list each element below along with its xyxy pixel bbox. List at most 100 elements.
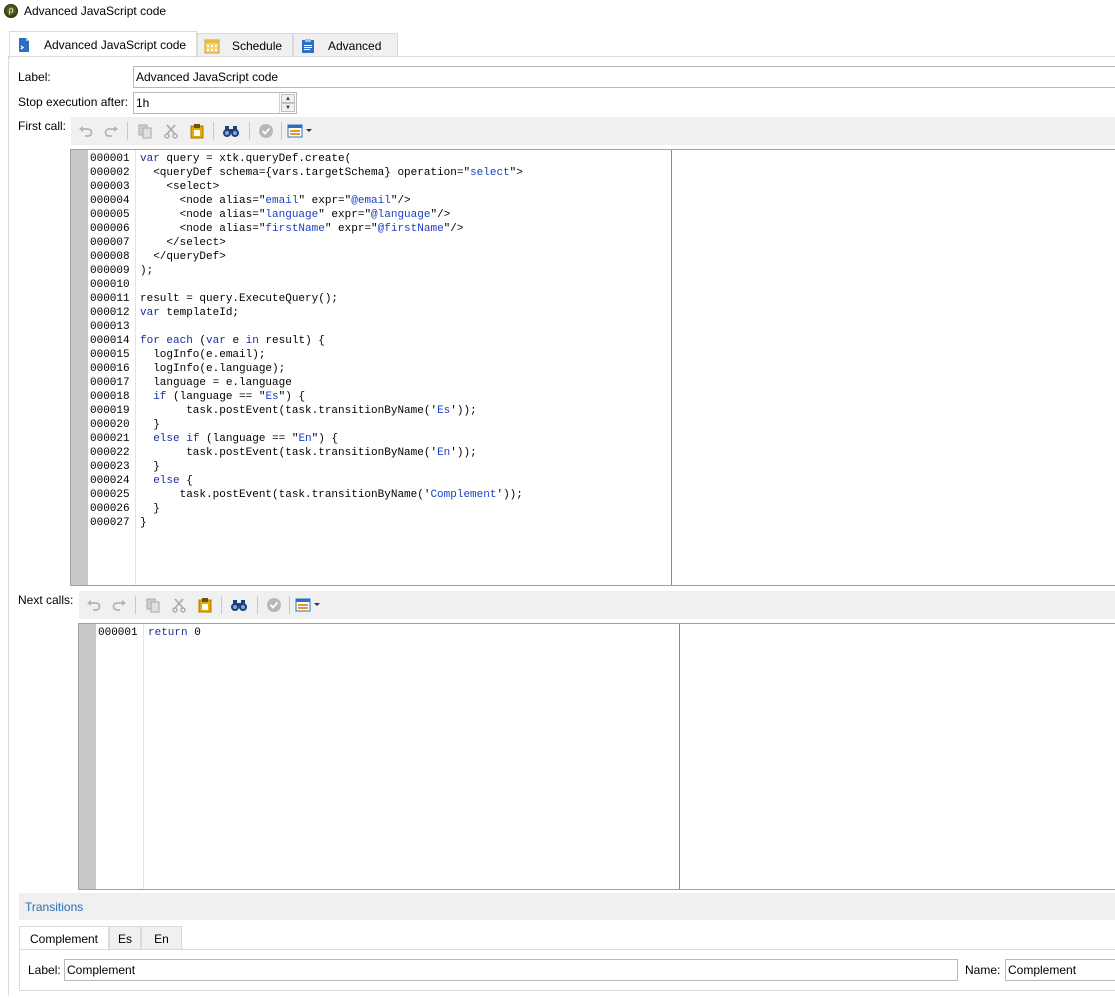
- code-line[interactable]: if (language == "Es") {: [140, 390, 523, 404]
- duration-spinner[interactable]: ▲ ▼: [279, 93, 296, 113]
- line-number: 000007: [90, 237, 130, 249]
- line-numbers: 000001 000002 000003 000004 000005 000006 0000…: [90, 152, 130, 530]
- stop-execution-input[interactable]: 1h: [133, 92, 297, 114]
- undo-icon[interactable]: [76, 121, 96, 141]
- code-line[interactable]: <queryDef schema={vars.targetSchema} ope…: [140, 166, 523, 180]
- code-line[interactable]: else {: [140, 474, 523, 488]
- code-line[interactable]: result = query.ExecuteQuery();: [140, 292, 523, 306]
- code-line[interactable]: </select>: [140, 236, 523, 250]
- redo-icon[interactable]: [101, 121, 121, 141]
- check-syntax-icon[interactable]: [256, 121, 276, 141]
- find-binoculars-icon[interactable]: [229, 595, 249, 615]
- line-number: 000027: [90, 517, 130, 529]
- transition-name-caption: Name:: [965, 963, 1001, 977]
- app-logo-icon: ρ: [4, 4, 18, 18]
- transition-label-caption: Label:: [28, 963, 61, 977]
- transition-tab-en[interactable]: En: [141, 926, 182, 950]
- transition-name-input[interactable]: Complement: [1005, 959, 1115, 981]
- code-line[interactable]: language = e.language: [140, 376, 523, 390]
- transition-tab-complement[interactable]: Complement: [19, 926, 109, 951]
- code-line[interactable]: </queryDef>: [140, 250, 523, 264]
- check-syntax-icon[interactable]: [264, 595, 284, 615]
- first-call-caption: First call:: [18, 119, 66, 133]
- first-call-code-editor[interactable]: 000001 000002 000003 000004 000005 000006 0000…: [70, 149, 1115, 586]
- line-number: 000023: [90, 461, 130, 473]
- toolbar-separator: [249, 122, 250, 140]
- tab-label: Advanced JavaScript code: [44, 38, 187, 52]
- code-line[interactable]: }: [140, 460, 523, 474]
- code-line[interactable]: <node alias="email" expr="@email"/>: [140, 194, 523, 208]
- copy-icon[interactable]: [135, 121, 155, 141]
- paste-icon[interactable]: [187, 121, 207, 141]
- line-number: 000013: [90, 321, 130, 333]
- toolbar-separator: [221, 596, 222, 614]
- line-number: 000024: [90, 475, 130, 487]
- code-line[interactable]: logInfo(e.email);: [140, 348, 523, 362]
- code-line[interactable]: return 0: [148, 626, 201, 640]
- transitions-border: [19, 949, 20, 991]
- toolbar-separator: [135, 596, 136, 614]
- tab-label: Advanced: [328, 38, 382, 53]
- code-line[interactable]: else if (language == "En") {: [140, 432, 523, 446]
- code-line[interactable]: }: [140, 502, 523, 516]
- copy-icon[interactable]: [143, 595, 163, 615]
- next-calls-code-editor[interactable]: 000001 return 0: [78, 623, 1115, 890]
- line-number: 000009: [90, 265, 130, 277]
- spinner-down-icon[interactable]: ▼: [281, 103, 295, 112]
- line-number: 000022: [90, 447, 130, 459]
- code-line[interactable]: task.postEvent(task.transitionByName('Co…: [140, 488, 523, 502]
- line-number: 000018: [90, 391, 130, 403]
- find-binoculars-icon[interactable]: [221, 121, 241, 141]
- insert-menu-icon[interactable]: [287, 121, 315, 141]
- tab-bar: Advanced JavaScript code Schedule Advanc…: [0, 24, 1115, 58]
- line-numbers: 000001: [98, 626, 138, 640]
- code-line[interactable]: ​: [140, 278, 523, 292]
- code-line[interactable]: <node alias="language" expr="@language"/…: [140, 208, 523, 222]
- line-number: 000015: [90, 349, 130, 361]
- next-calls-caption: Next calls:: [18, 593, 74, 607]
- label-input[interactable]: Advanced JavaScript code: [133, 66, 1115, 88]
- line-number: 000020: [90, 419, 130, 431]
- code-text[interactable]: var query = xtk.queryDef.create( <queryD…: [140, 152, 523, 530]
- toolbar-separator: [289, 596, 290, 614]
- code-line[interactable]: <select>: [140, 180, 523, 194]
- code-line[interactable]: logInfo(e.language);: [140, 362, 523, 376]
- subtab-divider: [19, 949, 1115, 950]
- line-number: 000008: [90, 251, 130, 263]
- code-line[interactable]: task.postEvent(task.transitionByName('En…: [140, 446, 523, 460]
- editor-margin-line: [671, 150, 672, 585]
- code-line[interactable]: );: [140, 264, 523, 278]
- spinner-up-icon[interactable]: ▲: [281, 94, 295, 103]
- paste-icon[interactable]: [195, 595, 215, 615]
- code-line[interactable]: var query = xtk.queryDef.create(: [140, 152, 523, 166]
- tab-advanced[interactable]: Advanced: [293, 33, 398, 57]
- line-number: 000017: [90, 377, 130, 389]
- code-line[interactable]: task.postEvent(task.transitionByName('Es…: [140, 404, 523, 418]
- code-line[interactable]: for each (var e in result) {: [140, 334, 523, 348]
- transition-tab-es[interactable]: Es: [109, 926, 141, 950]
- code-text[interactable]: return 0: [148, 626, 201, 640]
- toolbar-separator: [213, 122, 214, 140]
- cut-icon[interactable]: [161, 121, 181, 141]
- line-number: 000001: [90, 153, 130, 165]
- code-line[interactable]: }: [140, 418, 523, 432]
- tab-label: Schedule: [232, 38, 283, 53]
- clipboard-icon: [300, 38, 316, 54]
- insert-menu-icon[interactable]: [295, 595, 323, 615]
- undo-icon[interactable]: [84, 595, 104, 615]
- tab-advanced-javascript-code[interactable]: Advanced JavaScript code: [9, 31, 197, 58]
- line-number: 000025: [90, 489, 130, 501]
- transition-label-input[interactable]: Complement: [64, 959, 958, 981]
- code-line[interactable]: <node alias="firstName" expr="@firstName…: [140, 222, 523, 236]
- cut-icon[interactable]: [169, 595, 189, 615]
- redo-icon[interactable]: [109, 595, 129, 615]
- code-line[interactable]: var templateId;: [140, 306, 523, 320]
- transitions-title[interactable]: Transitions: [25, 900, 83, 914]
- first-call-toolbar: [71, 117, 1115, 145]
- line-number: 000002: [90, 167, 130, 179]
- code-line[interactable]: ​: [140, 320, 523, 334]
- code-line[interactable]: }: [140, 516, 523, 530]
- editor-gutter: [71, 150, 88, 585]
- tab-schedule[interactable]: Schedule: [197, 33, 293, 57]
- editor-margin-line: [679, 624, 680, 889]
